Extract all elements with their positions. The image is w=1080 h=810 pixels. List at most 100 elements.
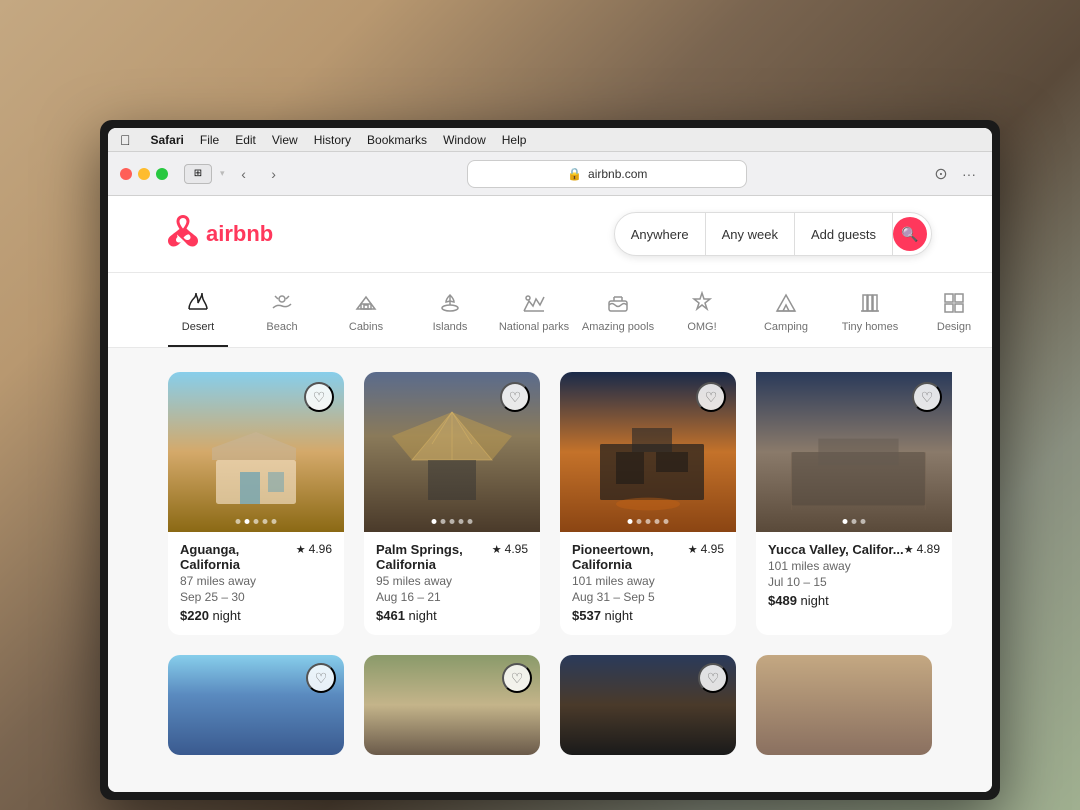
listing-rating-3: ★ 4.95 — [688, 542, 724, 556]
omgi-icon — [690, 289, 714, 317]
listing-card-5[interactable]: ♡ — [168, 655, 344, 755]
rating-value-3: 4.95 — [701, 542, 724, 556]
search-button[interactable]: 🔍 — [893, 217, 927, 251]
listing-card-2[interactable]: ♡ Palm Spring — [364, 372, 540, 635]
extensions-icon: ··· — [962, 166, 976, 182]
star-icon-4: ★ — [904, 543, 914, 556]
category-islands[interactable]: Islands — [420, 289, 480, 347]
heart-icon-6: ♡ — [511, 670, 524, 687]
wishlist-button-1[interactable]: ♡ — [304, 382, 334, 412]
category-omgi[interactable]: OMG! — [672, 289, 732, 347]
apple-menu[interactable]:  — [120, 132, 131, 148]
airbnb-logo[interactable]: airbnb — [168, 215, 273, 254]
camping-label: Camping — [764, 321, 808, 333]
design-label: Design — [937, 321, 971, 333]
tiny-homes-icon — [858, 289, 882, 317]
listing-info-2: Palm Springs, California ★ 4.95 95 miles… — [364, 532, 540, 635]
wishlist-button-5[interactable]: ♡ — [306, 663, 336, 693]
listing-image-5: ♡ — [168, 655, 344, 755]
category-cabins[interactable]: Cabins — [336, 289, 396, 347]
back-button[interactable]: ‹ — [233, 163, 255, 185]
listing-card-8[interactable] — [756, 655, 932, 755]
desert-icon — [186, 289, 210, 317]
listing-info-3: Pioneertown, California ★ 4.95 101 miles… — [560, 532, 736, 635]
categories-bar: Desert Beach — [108, 273, 992, 348]
listing-price-4: $489 night — [768, 593, 940, 608]
islands-icon — [438, 289, 462, 317]
listing-dates-3: Aug 31 – Sep 5 — [572, 590, 724, 604]
listing-image-6: ♡ — [364, 655, 540, 755]
extensions-button[interactable]: ··· — [958, 163, 980, 185]
dot-2-4 — [459, 519, 464, 524]
national-parks-label: National parks — [499, 321, 569, 333]
wishlist-button-7[interactable]: ♡ — [698, 663, 728, 693]
dot-2-2 — [441, 519, 446, 524]
listing-image-7: ♡ — [560, 655, 736, 755]
listing-info-1: Aguanga, California ★ 4.96 87 miles away… — [168, 532, 344, 635]
listing-card-6[interactable]: ♡ — [364, 655, 540, 755]
dot-3-2 — [637, 519, 642, 524]
address-bar[interactable]: 🔒 airbnb.com — [467, 160, 747, 188]
price-unit-3: night — [605, 608, 633, 623]
category-camping[interactable]: Camping — [756, 289, 816, 347]
listing-info-4: Yucca Valley, Califor... ★ 4.89 101 mile… — [756, 532, 952, 620]
menubar-safari[interactable]: Safari — [151, 133, 184, 147]
omgi-label: OMG! — [687, 321, 716, 333]
listing-card-3[interactable]: ♡ Pioneertown — [560, 372, 736, 635]
listing-dates-2: Aug 16 – 21 — [376, 590, 528, 604]
listing-price-1: $220 night — [180, 608, 332, 623]
listing-card-4[interactable]: ♡ Yucca Valley, Califor... — [756, 372, 952, 635]
dot-4-2 — [852, 519, 857, 524]
menubar-edit[interactable]: Edit — [235, 133, 256, 147]
menubar-history[interactable]: History — [314, 133, 351, 147]
search-any-week[interactable]: Any week — [706, 213, 795, 255]
minimize-button[interactable] — [138, 168, 150, 180]
wishlist-button-3[interactable]: ♡ — [696, 382, 726, 412]
forward-button[interactable]: › — [263, 163, 285, 185]
listing-rating-2: ★ 4.95 — [492, 542, 528, 556]
address-bar-container: 🔒 airbnb.com — [293, 160, 922, 188]
wishlist-button-4[interactable]: ♡ — [912, 382, 942, 412]
listing-image-container-1: ♡ — [168, 372, 344, 532]
category-design[interactable]: Design — [924, 289, 984, 347]
design-icon — [942, 289, 966, 317]
category-amazing-pools[interactable]: Amazing pools — [588, 289, 648, 347]
amazing-pools-label: Amazing pools — [582, 321, 654, 333]
category-desert[interactable]: Desert — [168, 289, 228, 347]
listing-title-row-2: Palm Springs, California ★ 4.95 — [376, 542, 528, 572]
listings-bottom-row: ♡ ♡ ♡ — [168, 655, 932, 755]
heart-icon-7: ♡ — [707, 670, 720, 687]
search-anywhere[interactable]: Anywhere — [615, 213, 706, 255]
wishlist-button-2[interactable]: ♡ — [500, 382, 530, 412]
menubar-file[interactable]: File — [200, 133, 219, 147]
search-add-guests[interactable]: Add guests — [795, 213, 893, 255]
category-national-parks[interactable]: National parks — [504, 289, 564, 347]
star-icon-3: ★ — [688, 543, 698, 556]
dots-indicator-2 — [432, 519, 473, 524]
reader-mode-button[interactable]: ⊙ — [930, 163, 952, 185]
wishlist-button-6[interactable]: ♡ — [502, 663, 532, 693]
listing-image-container-3: ♡ — [560, 372, 736, 532]
star-icon-2: ★ — [492, 543, 502, 556]
dot-1-2 — [245, 519, 250, 524]
menubar-view[interactable]: View — [272, 133, 298, 147]
price-value-1: $220 — [180, 608, 209, 623]
menubar-help[interactable]: Help — [502, 133, 527, 147]
star-icon-1: ★ — [296, 543, 306, 556]
menubar-bookmarks[interactable]: Bookmarks — [367, 133, 427, 147]
listing-card-1[interactable]: ♡ Aguanga, Ca — [168, 372, 344, 635]
price-unit-4: night — [801, 593, 829, 608]
dot-3-1 — [628, 519, 633, 524]
menubar-window[interactable]: Window — [443, 133, 486, 147]
category-tiny-homes[interactable]: Tiny homes — [840, 289, 900, 347]
listing-price-3: $537 night — [572, 608, 724, 623]
search-bar[interactable]: Anywhere Any week Add guests 🔍 — [614, 212, 932, 256]
dot-4-3 — [861, 519, 866, 524]
maximize-button[interactable] — [156, 168, 168, 180]
close-button[interactable] — [120, 168, 132, 180]
toolbar-icons: ⊙ ··· — [930, 163, 980, 185]
category-beach[interactable]: Beach — [252, 289, 312, 347]
listing-card-7[interactable]: ♡ — [560, 655, 736, 755]
sidebar-toggle-button[interactable]: ⊞ — [184, 164, 212, 184]
listing-title-row-3: Pioneertown, California ★ 4.95 — [572, 542, 724, 572]
